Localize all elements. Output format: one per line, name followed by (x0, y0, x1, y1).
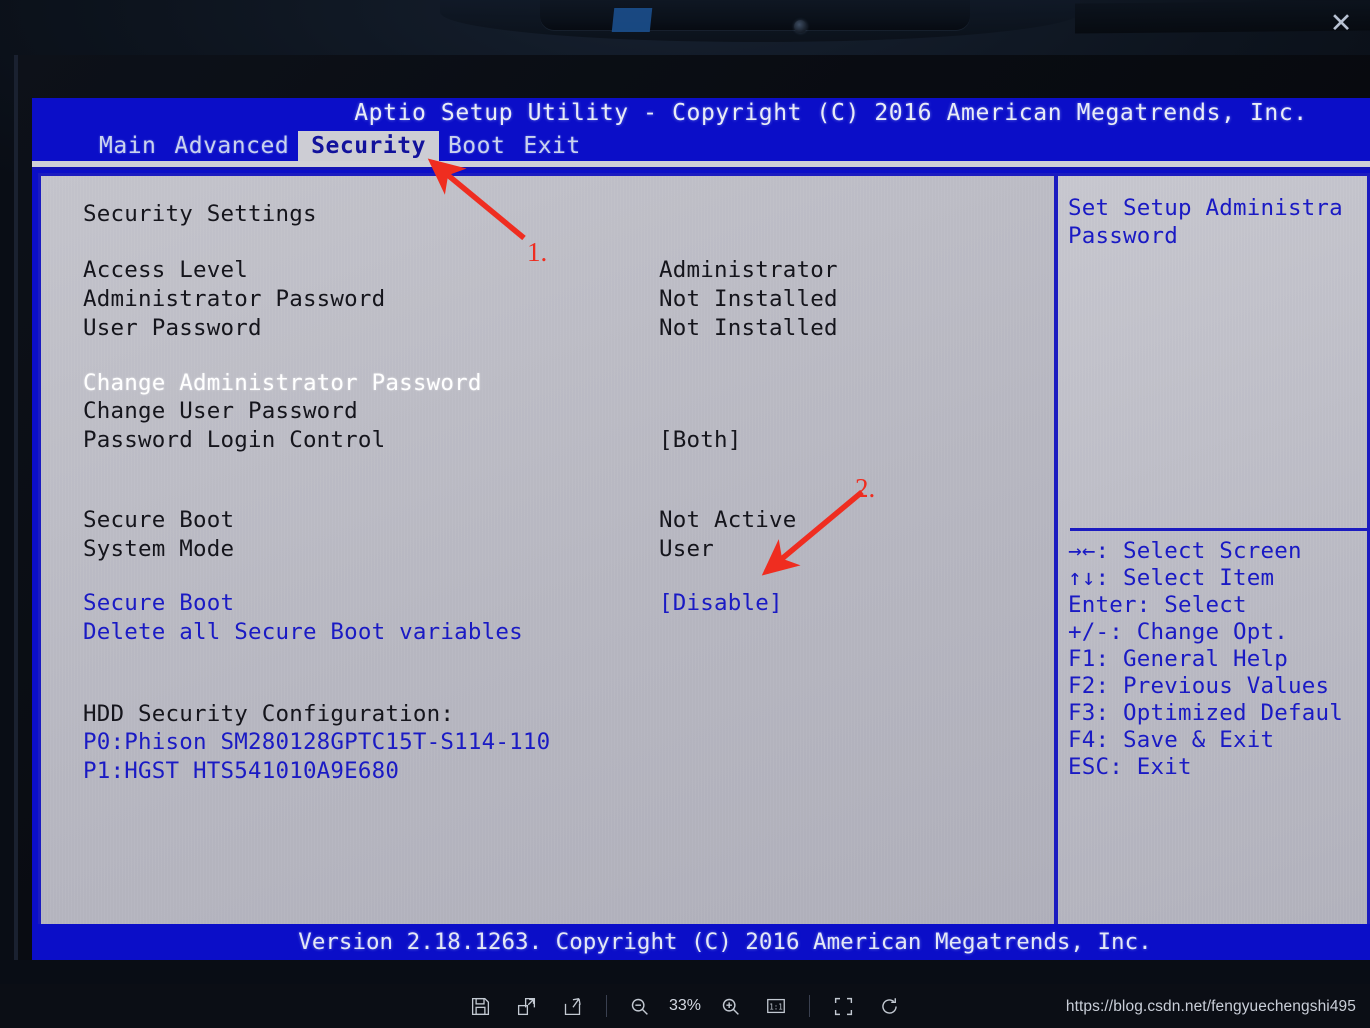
svg-text:1:1: 1:1 (769, 1002, 783, 1011)
setting-value-administrator-password: Not Installed (659, 286, 838, 312)
lid-blue-marker (611, 8, 653, 32)
tab-underline (32, 161, 1370, 170)
rotate-icon[interactable] (866, 984, 912, 1028)
watermark-url: https://blog.csdn.net/fengyuechengshi495 (1065, 998, 1356, 1015)
bios-title-bar: Aptio Setup Utility - Copyright (C) 2016… (354, 100, 1308, 126)
key-legend-enter-select: Enter: Select (1068, 592, 1343, 619)
menu-item-delete-all-secure-boot-variables[interactable]: Delete all Secure Boot variables (83, 618, 523, 646)
zoom-in-icon[interactable] (707, 984, 753, 1028)
key-label: +/-: (1068, 619, 1123, 645)
security-settings-pane: Security Settings Access Level Administr… (41, 176, 1054, 952)
setting-value-access-level: Administrator (659, 257, 838, 283)
fit-screen-icon[interactable] (820, 984, 866, 1028)
key-action: Select Screen (1123, 538, 1302, 564)
bios-version-bar: Version 2.18.1263. Copyright (C) 2016 Am… (32, 924, 1370, 960)
key-label: ↑↓: (1068, 565, 1110, 591)
key-legend: →←: Select Screen ↑↓: Select Item Enter:… (1068, 538, 1343, 781)
toolbar-divider-2 (809, 995, 811, 1017)
save-icon[interactable] (458, 984, 504, 1028)
key-label: Enter: (1068, 592, 1151, 618)
laptop-lid-center (540, 0, 970, 30)
toolbar-divider-1 (605, 995, 607, 1017)
tab-exit[interactable]: Exit (514, 131, 589, 161)
menu-item-change-user-password[interactable]: Change User Password (83, 397, 358, 425)
section-label-hdd-security-configuration: HDD Security Configuration: (83, 701, 455, 727)
key-action: Change Opt. (1136, 619, 1288, 645)
key-label: F4: (1068, 727, 1110, 753)
menu-item-hdd-p1[interactable]: P1:HGST HTS541010A9E680 (83, 757, 399, 785)
key-legend-esc-exit: ESC: Exit (1068, 754, 1343, 781)
key-legend-change-opt: +/-: Change Opt. (1068, 619, 1343, 646)
key-legend-f2-previous-values: F2: Previous Values (1068, 673, 1343, 700)
actual-size-icon[interactable]: 1:1 (753, 984, 799, 1028)
key-action: Previous Values (1123, 673, 1330, 699)
tab-main[interactable]: Main (90, 131, 165, 161)
zoom-level-label: 33% (668, 997, 702, 1014)
key-legend-f3-optimized-defaults: F3: Optimized Defaul (1068, 700, 1343, 727)
annotation-label-2: 2. (855, 473, 876, 503)
setting-label-user-password: User Password (83, 315, 262, 341)
key-legend-f1-general-help: F1: General Help (1068, 646, 1343, 673)
share-icon[interactable] (550, 984, 596, 1028)
webcam-icon (794, 20, 807, 33)
setting-value-secure-boot-state: Not Active (659, 507, 797, 533)
tab-security[interactable]: Security (298, 131, 439, 161)
tab-advanced[interactable]: Advanced (165, 131, 298, 161)
bios-body: Security Settings Access Level Administr… (38, 173, 1370, 955)
resize-icon[interactable] (504, 984, 550, 1028)
key-legend-f4-save-exit: F4: Save & Exit (1068, 727, 1343, 754)
key-action: Optimized Defaul (1123, 700, 1343, 726)
setting-value-secure-boot[interactable]: [Disable] (659, 589, 783, 617)
help-separator (1070, 528, 1367, 531)
key-label: F1: (1068, 646, 1110, 672)
key-legend-select-item: ↑↓: Select Item (1068, 565, 1343, 592)
key-label: F2: (1068, 673, 1110, 699)
tab-boot[interactable]: Boot (439, 131, 514, 161)
key-action: Exit (1136, 754, 1192, 780)
menu-item-change-administrator-password[interactable]: Change Administrator Password (83, 369, 482, 397)
key-action: Select Item (1123, 565, 1275, 591)
key-action: Select (1164, 592, 1247, 618)
setting-label-secure-boot-state: Secure Boot (83, 507, 235, 533)
key-action: General Help (1123, 646, 1288, 672)
key-label: ESC: (1068, 754, 1123, 780)
setting-label-password-login-control[interactable]: Password Login Control (83, 426, 385, 454)
setting-label-system-mode: System Mode (83, 536, 235, 562)
setting-label-administrator-password: Administrator Password (83, 286, 386, 312)
setting-label-access-level: Access Level (83, 257, 248, 283)
setting-value-user-password: Not Installed (659, 315, 838, 341)
setting-value-password-login-control[interactable]: [Both] (659, 426, 741, 454)
menu-item-hdd-p0[interactable]: P0:Phison SM280128GPTC15T-S114-110 (83, 728, 550, 756)
key-label: F3: (1068, 700, 1110, 726)
key-legend-select-screen: →←: Select Screen (1068, 538, 1343, 565)
bios-screen: Aptio Setup Utility - Copyright (C) 2016… (32, 98, 1370, 960)
help-text-line-1: Set Setup Administra (1068, 195, 1343, 221)
bios-tab-bar: Main Advanced Security Boot Exit (32, 128, 1370, 161)
zoom-out-icon[interactable] (617, 984, 663, 1028)
annotation-label-1: 1. (527, 237, 548, 267)
help-pane: Set Setup Administra Password →←: Select… (1058, 176, 1367, 952)
page-title: Security Settings (83, 201, 317, 227)
setting-value-system-mode: User (659, 536, 714, 562)
close-icon[interactable]: ✕ (1324, 6, 1358, 40)
key-label: →←: (1068, 538, 1110, 564)
setting-label-secure-boot[interactable]: Secure Boot (83, 589, 234, 617)
help-text-line-2: Password (1068, 223, 1178, 249)
laptop-photo: Aptio Setup Utility - Copyright (C) 2016… (0, 0, 1370, 984)
key-action: Save & Exit (1123, 727, 1275, 753)
